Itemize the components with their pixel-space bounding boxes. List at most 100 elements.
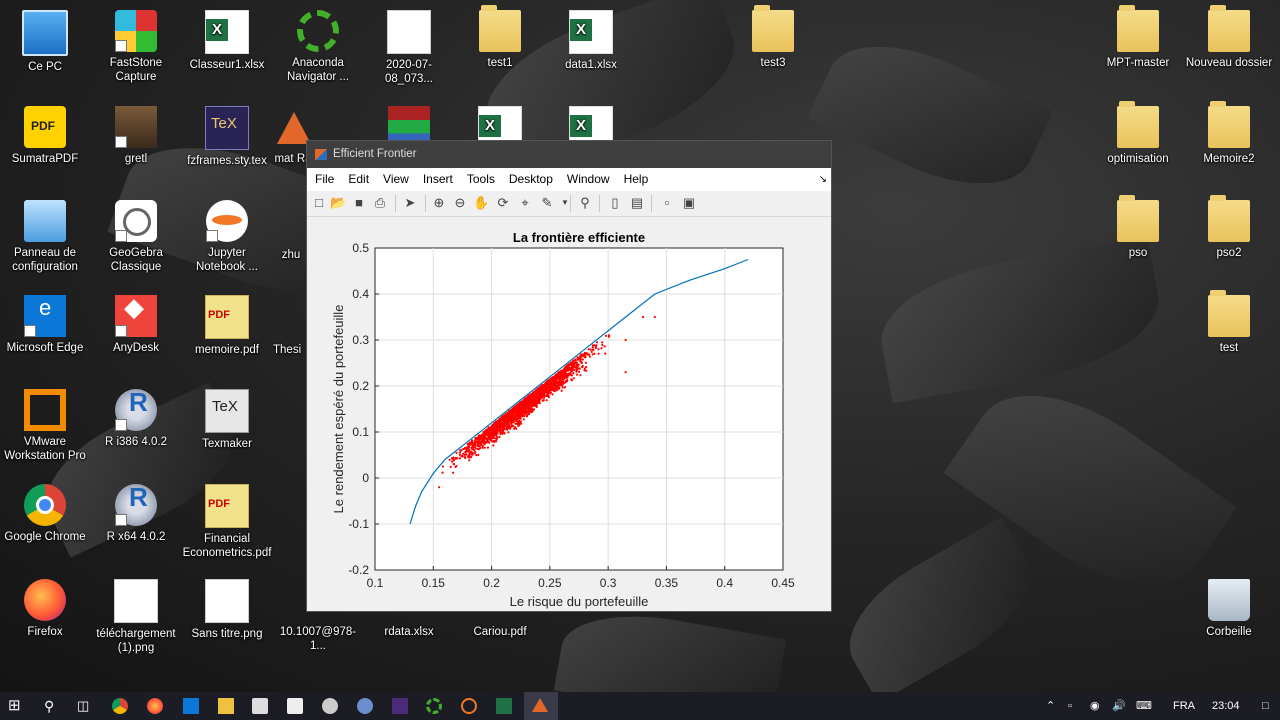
- menu-desktop[interactable]: Desktop: [501, 168, 559, 191]
- desktop-icon-pso2[interactable]: pso2: [1184, 195, 1274, 260]
- desktop-icon-anaconda[interactable]: Anaconda Navigator ...: [273, 10, 363, 84]
- taskbar: ⊞ ⚲ ◫ ⌃ ▫ ◉ 🔊 ⌨ FRA 23:04 □: [0, 692, 1280, 720]
- pan-icon[interactable]: ✋: [473, 195, 489, 211]
- folder-icon: [1117, 195, 1159, 242]
- store-icon[interactable]: [252, 698, 268, 714]
- desktop-icon-edge[interactable]: Microsoft Edge: [0, 295, 90, 355]
- chevron-up-icon[interactable]: ⌃: [1046, 692, 1055, 720]
- desktop-icon-geogebra[interactable]: GeoGebra Classique: [91, 200, 181, 274]
- pointer-icon[interactable]: ➤: [402, 195, 418, 211]
- scatter-point: [455, 451, 458, 454]
- zoom-in-icon[interactable]: ⊕: [431, 195, 447, 211]
- desktop-icon-pso[interactable]: pso: [1093, 195, 1183, 260]
- icon-label: Texmaker: [202, 438, 252, 450]
- excel-icon[interactable]: [496, 698, 512, 714]
- desktop-icon-gretl[interactable]: gretl: [91, 106, 181, 166]
- search-icon[interactable]: ⚲: [44, 698, 60, 714]
- desktop-icon-optimisation[interactable]: optimisation: [1093, 101, 1183, 166]
- desktop-icon-test[interactable]: test: [1184, 290, 1274, 355]
- desktop-icon-corbeille[interactable]: Corbeille: [1184, 579, 1274, 639]
- notification-icon[interactable]: □: [1262, 692, 1269, 720]
- desktop-icon-financial-econometrics[interactable]: Financial Econometrics.pdf: [182, 484, 272, 560]
- chrome-icon[interactable]: [112, 698, 128, 714]
- menu-insert[interactable]: Insert: [415, 168, 459, 191]
- clock[interactable]: 23:04: [1212, 692, 1240, 720]
- show-plot-tools-icon[interactable]: ▣: [681, 195, 697, 211]
- jupyter-icon[interactable]: [461, 698, 477, 714]
- scatter-point: [548, 385, 551, 389]
- scatter-point: [530, 398, 533, 401]
- open-file-icon[interactable]: 📂: [330, 195, 346, 211]
- scatter-point: [491, 440, 494, 443]
- hide-plot-tools-icon[interactable]: ▫: [659, 195, 675, 211]
- language-indicator[interactable]: FRA: [1173, 692, 1195, 720]
- device-icon[interactable]: ▫: [1068, 692, 1072, 720]
- link-icon[interactable]: ⚲: [577, 195, 593, 211]
- print-icon[interactable]: ⎙: [372, 195, 388, 211]
- desktop-icon-test3[interactable]: test3: [728, 5, 818, 70]
- r-language-icon[interactable]: [357, 698, 373, 714]
- desktop-icon-panneau[interactable]: Panneau de configuration: [0, 200, 90, 274]
- dock-arrow-icon[interactable]: ↘: [819, 168, 827, 191]
- menu-view[interactable]: View: [375, 168, 415, 191]
- file-explorer-icon[interactable]: [218, 698, 234, 714]
- menu-tools[interactable]: Tools: [459, 168, 501, 191]
- desktop-icon-telechargement[interactable]: téléchargement (1).png: [91, 579, 181, 655]
- desktop-icon-sans-titre[interactable]: Sans titre.png: [182, 579, 272, 641]
- firefox-icon[interactable]: [147, 698, 163, 714]
- app-icon[interactable]: [392, 698, 408, 714]
- desktop-icon-chrome[interactable]: Google Chrome: [0, 484, 90, 544]
- desktop-icon-r-i386[interactable]: R i386 4.0.2: [91, 389, 181, 449]
- rotate-icon[interactable]: ⟳: [495, 195, 511, 211]
- desktop-icon-screenshot[interactable]: 2020-07-08_073...: [364, 10, 454, 86]
- scatter-point: [458, 457, 462, 460]
- insert-colorbar-icon[interactable]: ▯: [607, 195, 623, 211]
- mail-icon[interactable]: [287, 698, 303, 714]
- desktop-icon-zhu[interactable]: zhu: [273, 200, 309, 262]
- settings-icon[interactable]: [322, 698, 338, 714]
- menu-file[interactable]: File: [307, 168, 340, 191]
- new-figure-icon[interactable]: □: [311, 195, 327, 211]
- anaconda-icon[interactable]: [426, 698, 442, 714]
- desktop-icon-jupyter[interactable]: Jupyter Notebook ...: [182, 200, 272, 274]
- save-icon[interactable]: ■: [351, 195, 367, 211]
- scatter-point: [553, 389, 556, 392]
- efficient-frontier-chart[interactable]: 0.1 0.15 0.2 0.25 0.3 0.35 0.4 0.45 -0.2 -0.1 0 0.1…: [307, 217, 831, 611]
- desktop-icon-memoire-pdf[interactable]: memoire.pdf: [182, 295, 272, 357]
- edge-icon[interactable]: [183, 698, 199, 714]
- keyboard-icon[interactable]: ⌨: [1136, 692, 1152, 720]
- desktop-icon-faststone[interactable]: FastStone Capture: [91, 10, 181, 84]
- insert-legend-icon[interactable]: ▤: [629, 195, 645, 211]
- scatter-point: [533, 390, 536, 393]
- task-view-icon[interactable]: ◫: [77, 698, 93, 714]
- desktop-icon-nouveau-dossier[interactable]: Nouveau dossier: [1184, 5, 1274, 70]
- desktop-icon-vmware[interactable]: VMware Workstation Pro: [0, 389, 90, 463]
- desktop-icon-data1[interactable]: data1.xlsx: [546, 10, 636, 72]
- desktop-icon-thesis[interactable]: Thesi: [273, 295, 306, 357]
- desktop-icon-classeur1[interactable]: Classeur1.xlsx: [182, 10, 272, 72]
- volume-icon[interactable]: 🔊: [1112, 692, 1126, 720]
- desktop-icon-fzframes[interactable]: fzframes.sty.tex: [182, 106, 272, 168]
- data-cursor-icon[interactable]: ⌖: [517, 195, 533, 211]
- desktop-icon-ce-pc[interactable]: Ce PC: [0, 10, 90, 74]
- window-titlebar[interactable]: Efficient Frontier: [307, 141, 831, 168]
- desktop-icon-mpt-master[interactable]: MPT-master: [1093, 5, 1183, 70]
- desktop-icon-firefox[interactable]: Firefox: [0, 579, 90, 639]
- desktop-icon-test1[interactable]: test1: [455, 5, 545, 70]
- zoom-out-icon[interactable]: ⊖: [452, 195, 468, 211]
- scatter-point: [607, 335, 610, 338]
- windows-start-icon[interactable]: ⊞: [8, 698, 24, 714]
- folder-icon: [1117, 101, 1159, 148]
- scatter-point: [560, 389, 563, 392]
- desktop-icon-anydesk[interactable]: AnyDesk: [91, 295, 181, 355]
- menu-edit[interactable]: Edit: [340, 168, 375, 191]
- desktop-icon-r-x64[interactable]: R x64 4.0.2: [91, 484, 181, 544]
- network-icon[interactable]: ◉: [1090, 692, 1100, 720]
- menu-window[interactable]: Window: [559, 168, 616, 191]
- desktop-icon-sumatrapdf[interactable]: SumatraPDF: [0, 106, 90, 166]
- desktop-icon-texmaker[interactable]: Texmaker: [182, 389, 272, 451]
- desktop-icon-memoire2[interactable]: Memoire2: [1184, 101, 1274, 166]
- brush-icon[interactable]: ✎: [539, 195, 555, 211]
- menu-help[interactable]: Help: [616, 168, 655, 191]
- scatter-point: [564, 369, 567, 372]
